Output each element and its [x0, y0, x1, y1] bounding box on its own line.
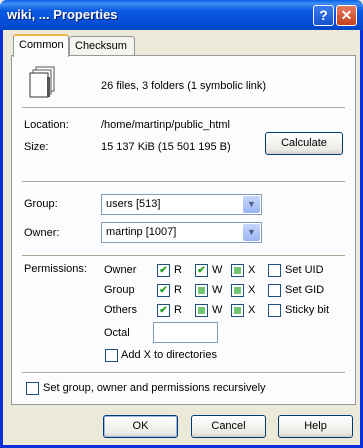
octal-field[interactable] — [153, 322, 218, 343]
cancel-label: Cancel — [211, 420, 246, 432]
r-label: R — [174, 304, 182, 316]
help-button[interactable]: Help — [278, 415, 353, 438]
ok-button[interactable]: OK — [103, 415, 178, 438]
tab-common[interactable]: Common — [13, 34, 69, 57]
size-value: 15 137 KiB (15 501 195 B) — [101, 141, 231, 153]
properties-dialog: wiki, ... Properties ? ✕ Common Checksum… — [0, 0, 363, 448]
perm-group-label: Group — [104, 284, 135, 296]
common-panel: 26 files, 3 folders (1 symbolic link) Lo… — [11, 55, 356, 405]
chevron-down-icon[interactable]: ▼ — [243, 224, 260, 241]
tab-checksum[interactable]: Checksum — [69, 36, 135, 56]
r-label: R — [174, 284, 182, 296]
others-exec-checkbox[interactable] — [231, 304, 244, 317]
owner-read-checkbox[interactable]: ✔ — [157, 264, 170, 277]
owner-write-checkbox[interactable]: ✔ — [195, 264, 208, 277]
w-label: W — [212, 304, 223, 316]
w-label: W — [212, 284, 223, 296]
divider — [22, 255, 345, 257]
divider — [22, 107, 345, 109]
perm-owner-label: Owner — [104, 264, 137, 276]
files-icon — [29, 66, 55, 98]
divider — [22, 181, 345, 183]
add-x-checkbox[interactable] — [105, 349, 118, 362]
r-label: R — [174, 264, 182, 276]
help-label: Help — [304, 420, 327, 432]
group-select-value: users [513] — [106, 198, 161, 210]
location-value: /home/martinp/public_html — [101, 119, 231, 131]
group-select[interactable]: users [513] ▼ — [101, 194, 262, 215]
sticky-bit-checkbox[interactable] — [268, 304, 281, 317]
octal-label: Octal — [104, 327, 130, 339]
x-label: X — [248, 304, 256, 316]
set-uid-label: Set UID — [285, 264, 324, 276]
owner-exec-checkbox[interactable] — [231, 264, 244, 277]
perm-others-label: Others — [104, 304, 138, 316]
owner-select-value: martinp [1007] — [106, 226, 177, 238]
x-label: X — [248, 264, 256, 276]
recursive-label: Set group, owner and permissions recursi… — [43, 382, 266, 394]
question-icon: ? — [319, 7, 328, 23]
owner-select[interactable]: martinp [1007] ▼ — [101, 222, 262, 243]
group-exec-checkbox[interactable] — [231, 284, 244, 297]
size-label: Size: — [24, 141, 49, 153]
cancel-button[interactable]: Cancel — [191, 415, 266, 438]
summary-text: 26 files, 3 folders (1 symbolic link) — [101, 80, 267, 92]
owner-label: Owner: — [24, 227, 60, 239]
calculate-button[interactable]: Calculate — [265, 132, 343, 155]
group-label: Group: — [24, 198, 58, 210]
divider — [22, 372, 345, 374]
others-read-checkbox[interactable]: ✔ — [157, 304, 170, 317]
group-write-checkbox[interactable] — [195, 284, 208, 297]
title-bar[interactable]: wiki, ... Properties ? ✕ — [0, 0, 363, 30]
set-uid-checkbox[interactable] — [268, 264, 281, 277]
help-title-button[interactable]: ? — [313, 5, 334, 26]
close-button[interactable]: ✕ — [336, 5, 357, 26]
ok-label: OK — [132, 420, 149, 432]
set-gid-label: Set GID — [285, 284, 325, 296]
close-icon: ✕ — [340, 7, 353, 23]
group-read-checkbox[interactable]: ✔ — [157, 284, 170, 297]
recursive-checkbox[interactable] — [26, 382, 39, 395]
add-x-label: Add X to directories — [121, 349, 217, 361]
x-label: X — [248, 284, 256, 296]
set-gid-checkbox[interactable] — [268, 284, 281, 297]
chevron-down-icon[interactable]: ▼ — [243, 196, 260, 213]
others-write-checkbox[interactable] — [195, 304, 208, 317]
location-label: Location: — [24, 119, 69, 131]
permissions-label: Permissions: — [24, 263, 87, 275]
sticky-bit-label: Sticky bit — [285, 304, 330, 316]
calculate-label: Calculate — [281, 137, 327, 149]
window-title: wiki, ... Properties — [7, 7, 118, 22]
w-label: W — [212, 264, 223, 276]
